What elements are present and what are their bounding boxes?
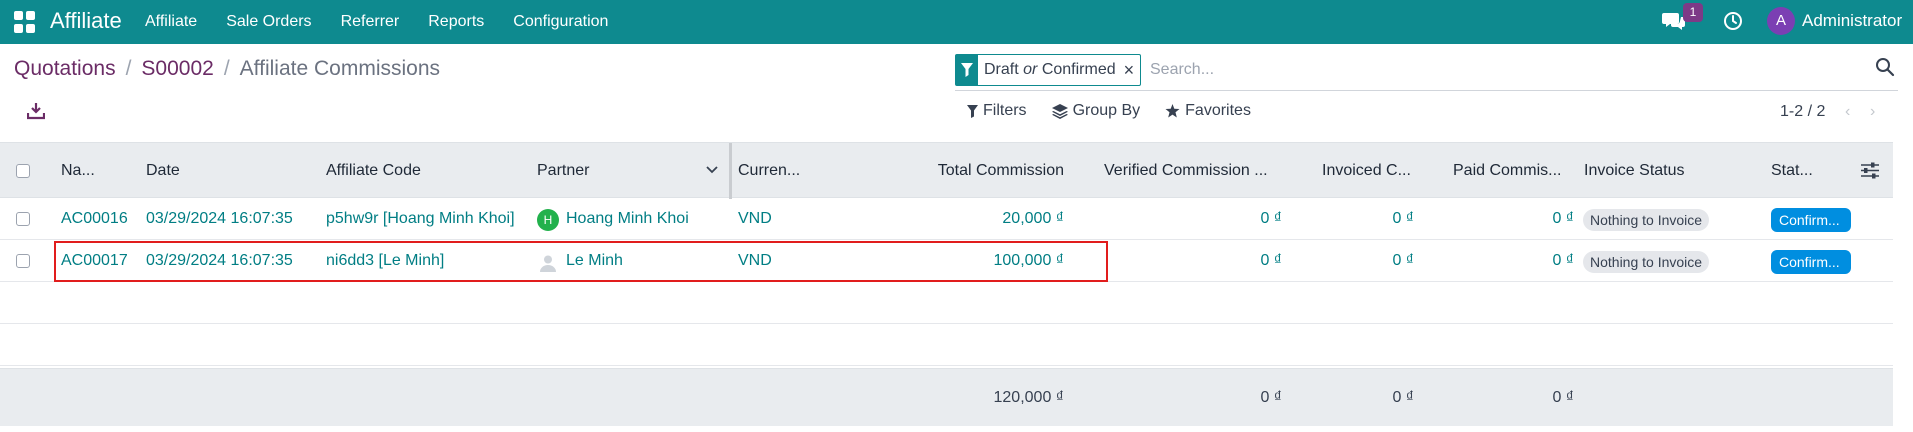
invoice-status-badge: Nothing to Invoice: [1583, 209, 1710, 231]
group-by-label: Group By: [1072, 102, 1141, 119]
column-header-total-commission[interactable]: Total Commission: [880, 143, 1064, 199]
menu-item-reports[interactable]: Reports: [428, 13, 484, 31]
column-header-invoiced-commission[interactable]: Invoiced C...: [1322, 143, 1442, 199]
cell-verified-commission: 0 ₫: [1260, 252, 1282, 269]
cell-affiliate-code: p5hw9r [Hoang Minh Khoi]: [326, 210, 515, 227]
favorites-button[interactable]: Favorites: [1165, 102, 1251, 120]
column-header-partner[interactable]: Partner: [537, 143, 697, 199]
status-badge: Confirm...: [1771, 208, 1851, 232]
cell-paid-commission: 0 ₫: [1552, 210, 1574, 227]
cell-partner[interactable]: Hoang Minh Khoi: [566, 198, 689, 240]
filters-label: Filters: [983, 102, 1027, 119]
cell-verified-commission: 0 ₫: [1260, 210, 1282, 227]
cell-name: AC00016: [61, 210, 128, 227]
optional-columns-settings-icon[interactable]: [1861, 162, 1879, 179]
search-underline: [955, 90, 1898, 91]
invoice-status-badge: Nothing to Invoice: [1583, 251, 1710, 273]
menu-item-affiliate[interactable]: Affiliate: [145, 13, 197, 31]
highlight-annotation: [54, 241, 1108, 282]
app-brand[interactable]: Affiliate: [50, 8, 122, 34]
cell-paid-commission: 0 ₫: [1552, 252, 1574, 269]
column-header-date[interactable]: Date: [146, 143, 316, 199]
row-checkbox[interactable]: [16, 254, 30, 268]
page-title: Affiliate Commissions: [239, 57, 441, 80]
breadcrumb-sale-order[interactable]: S00002: [141, 57, 213, 81]
chevron-down-icon[interactable]: [706, 166, 718, 175]
column-header-paid-commission[interactable]: Paid Commis...: [1453, 143, 1573, 199]
facet-value-draft: Draft: [984, 61, 1019, 78]
column-resize-handle[interactable]: [729, 143, 732, 199]
paid-commission-sum: 0 ₫: [1552, 389, 1574, 406]
row-checkbox[interactable]: [16, 212, 30, 226]
breadcrumb: Quotations / S00002 / Affiliate Commissi…: [14, 57, 440, 81]
search-icon[interactable]: [1875, 57, 1895, 77]
verified-commission-sum: 0 ₫: [1260, 389, 1282, 406]
search-input[interactable]: [1150, 54, 1850, 86]
status-badge: Confirm...: [1771, 250, 1851, 274]
chat-badge: 1: [1683, 3, 1703, 22]
facet-value: Draft or Confirmed: [978, 55, 1122, 85]
cell-total-commission: 20,000 ₫: [1002, 210, 1064, 227]
user-avatar[interactable]: A: [1767, 7, 1795, 35]
cell-invoiced-commission: 0 ₫: [1392, 252, 1414, 269]
filter-icon: [967, 104, 978, 118]
column-header-name[interactable]: Na...: [61, 143, 141, 199]
empty-row: [0, 282, 1893, 324]
user-name[interactable]: Administrator: [1802, 11, 1902, 31]
table-row[interactable]: AC00016 03/29/2024 16:07:35 p5hw9r [Hoan…: [0, 198, 1893, 240]
search-facet-status: Draft or Confirmed ×: [955, 54, 1142, 86]
empty-row: [0, 324, 1893, 366]
group-by-button[interactable]: Group By: [1051, 102, 1141, 120]
cell-currency: VND: [738, 210, 772, 227]
column-header-status[interactable]: Stat...: [1771, 143, 1851, 199]
facet-or-label: or: [1023, 61, 1038, 78]
pager-next-button[interactable]: ›: [1870, 103, 1875, 121]
column-header-affiliate-code[interactable]: Affiliate Code: [326, 143, 526, 199]
column-header-currency[interactable]: Curren...: [738, 143, 828, 199]
facet-remove-button[interactable]: ×: [1122, 55, 1141, 85]
layers-icon: [1051, 103, 1068, 119]
main-menu: Affiliate Sale Orders Referrer Reports C…: [145, 0, 637, 44]
filter-facet-icon: [956, 55, 978, 85]
select-all-checkbox[interactable]: [16, 164, 30, 178]
breadcrumb-quotations[interactable]: Quotations: [14, 57, 116, 81]
pager-previous-button[interactable]: ‹: [1845, 103, 1850, 121]
facet-value-confirmed: Confirmed: [1041, 61, 1116, 78]
download-icon[interactable]: [27, 102, 45, 120]
top-navbar: Affiliate Affiliate Sale Orders Referrer…: [0, 0, 1913, 44]
breadcrumb-separator: /: [223, 57, 230, 80]
pager-value[interactable]: 1-2 / 2: [1780, 103, 1825, 121]
app-grid-icon[interactable]: [14, 11, 36, 33]
filters-button[interactable]: Filters: [967, 102, 1027, 120]
breadcrumb-separator: /: [125, 57, 132, 80]
table-footer-totals: 120,000 ₫ 0 ₫ 0 ₫ 0 ₫: [0, 368, 1893, 426]
total-commission-sum: 120,000 ₫: [993, 389, 1065, 406]
cell-date: 03/29/2024 16:07:35: [146, 210, 293, 227]
invoiced-commission-sum: 0 ₫: [1392, 389, 1414, 406]
menu-item-configuration[interactable]: Configuration: [513, 13, 608, 31]
column-header-verified-commission[interactable]: Verified Commission ...: [1104, 143, 1284, 199]
partner-avatar: H: [537, 209, 559, 231]
menu-item-referrer[interactable]: Referrer: [341, 13, 400, 31]
menu-item-sale-orders[interactable]: Sale Orders: [226, 13, 311, 31]
cell-invoiced-commission: 0 ₫: [1392, 210, 1414, 227]
column-header-invoice-status[interactable]: Invoice Status: [1584, 143, 1724, 199]
clock-icon[interactable]: [1723, 11, 1743, 31]
table-header: Na... Date Affiliate Code Partner Curren…: [0, 142, 1893, 199]
search-panel-toggles: Filters Group By Favorites: [967, 102, 1276, 120]
favorites-label: Favorites: [1185, 102, 1251, 119]
star-icon: [1165, 104, 1180, 118]
